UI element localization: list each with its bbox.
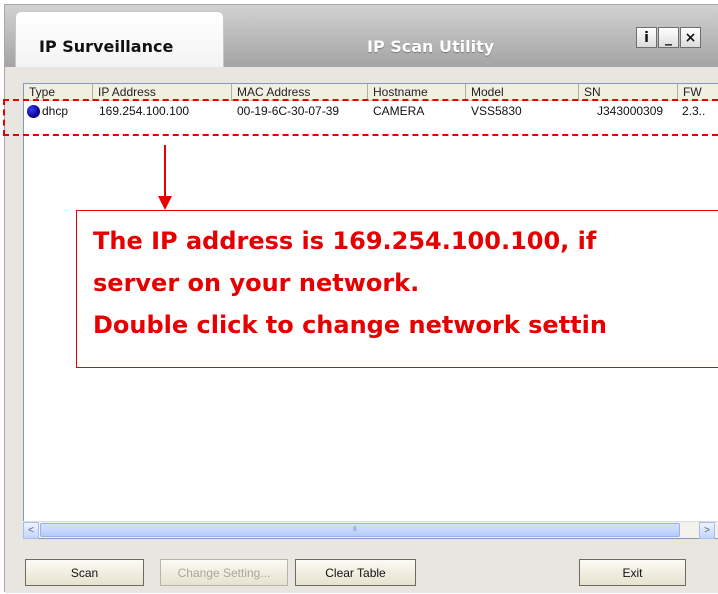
callout-line-2: server on your network. [93, 269, 420, 297]
arrow-down-icon [158, 196, 172, 210]
minimize-icon[interactable]: _ [658, 27, 679, 48]
scroll-left-icon[interactable]: < [23, 522, 39, 539]
annotation-arrow-line [164, 145, 166, 199]
change-setting-button[interactable]: Change Setting... [160, 559, 288, 586]
scrollbar-thumb[interactable]: III [40, 523, 680, 537]
highlight-dashed-box [3, 99, 718, 136]
annotation-callout: The IP address is 169.254.100.100, if se… [76, 210, 718, 368]
tab-ip-surveillance[interactable]: IP Surveillance [15, 11, 224, 67]
scan-button[interactable]: Scan [25, 559, 144, 586]
callout-line-3: Double click to change network settin [93, 311, 607, 339]
exit-button[interactable]: Exit [579, 559, 686, 586]
utility-title: IP Scan Utility [367, 37, 495, 56]
title-bar[interactable]: IP Surveillance IP Scan Utility i _ × [5, 5, 718, 67]
clear-table-button[interactable]: Clear Table [295, 559, 416, 586]
tab-title: IP Surveillance [39, 37, 174, 56]
grip-icon: III [353, 526, 357, 533]
close-icon[interactable]: × [680, 27, 701, 48]
horizontal-scrollbar[interactable]: < III > [23, 521, 718, 539]
callout-line-1: The IP address is 169.254.100.100, if [93, 227, 597, 255]
scroll-right-icon[interactable]: > [699, 522, 715, 539]
window-controls: i _ × [636, 27, 701, 48]
info-icon[interactable]: i [636, 27, 657, 48]
